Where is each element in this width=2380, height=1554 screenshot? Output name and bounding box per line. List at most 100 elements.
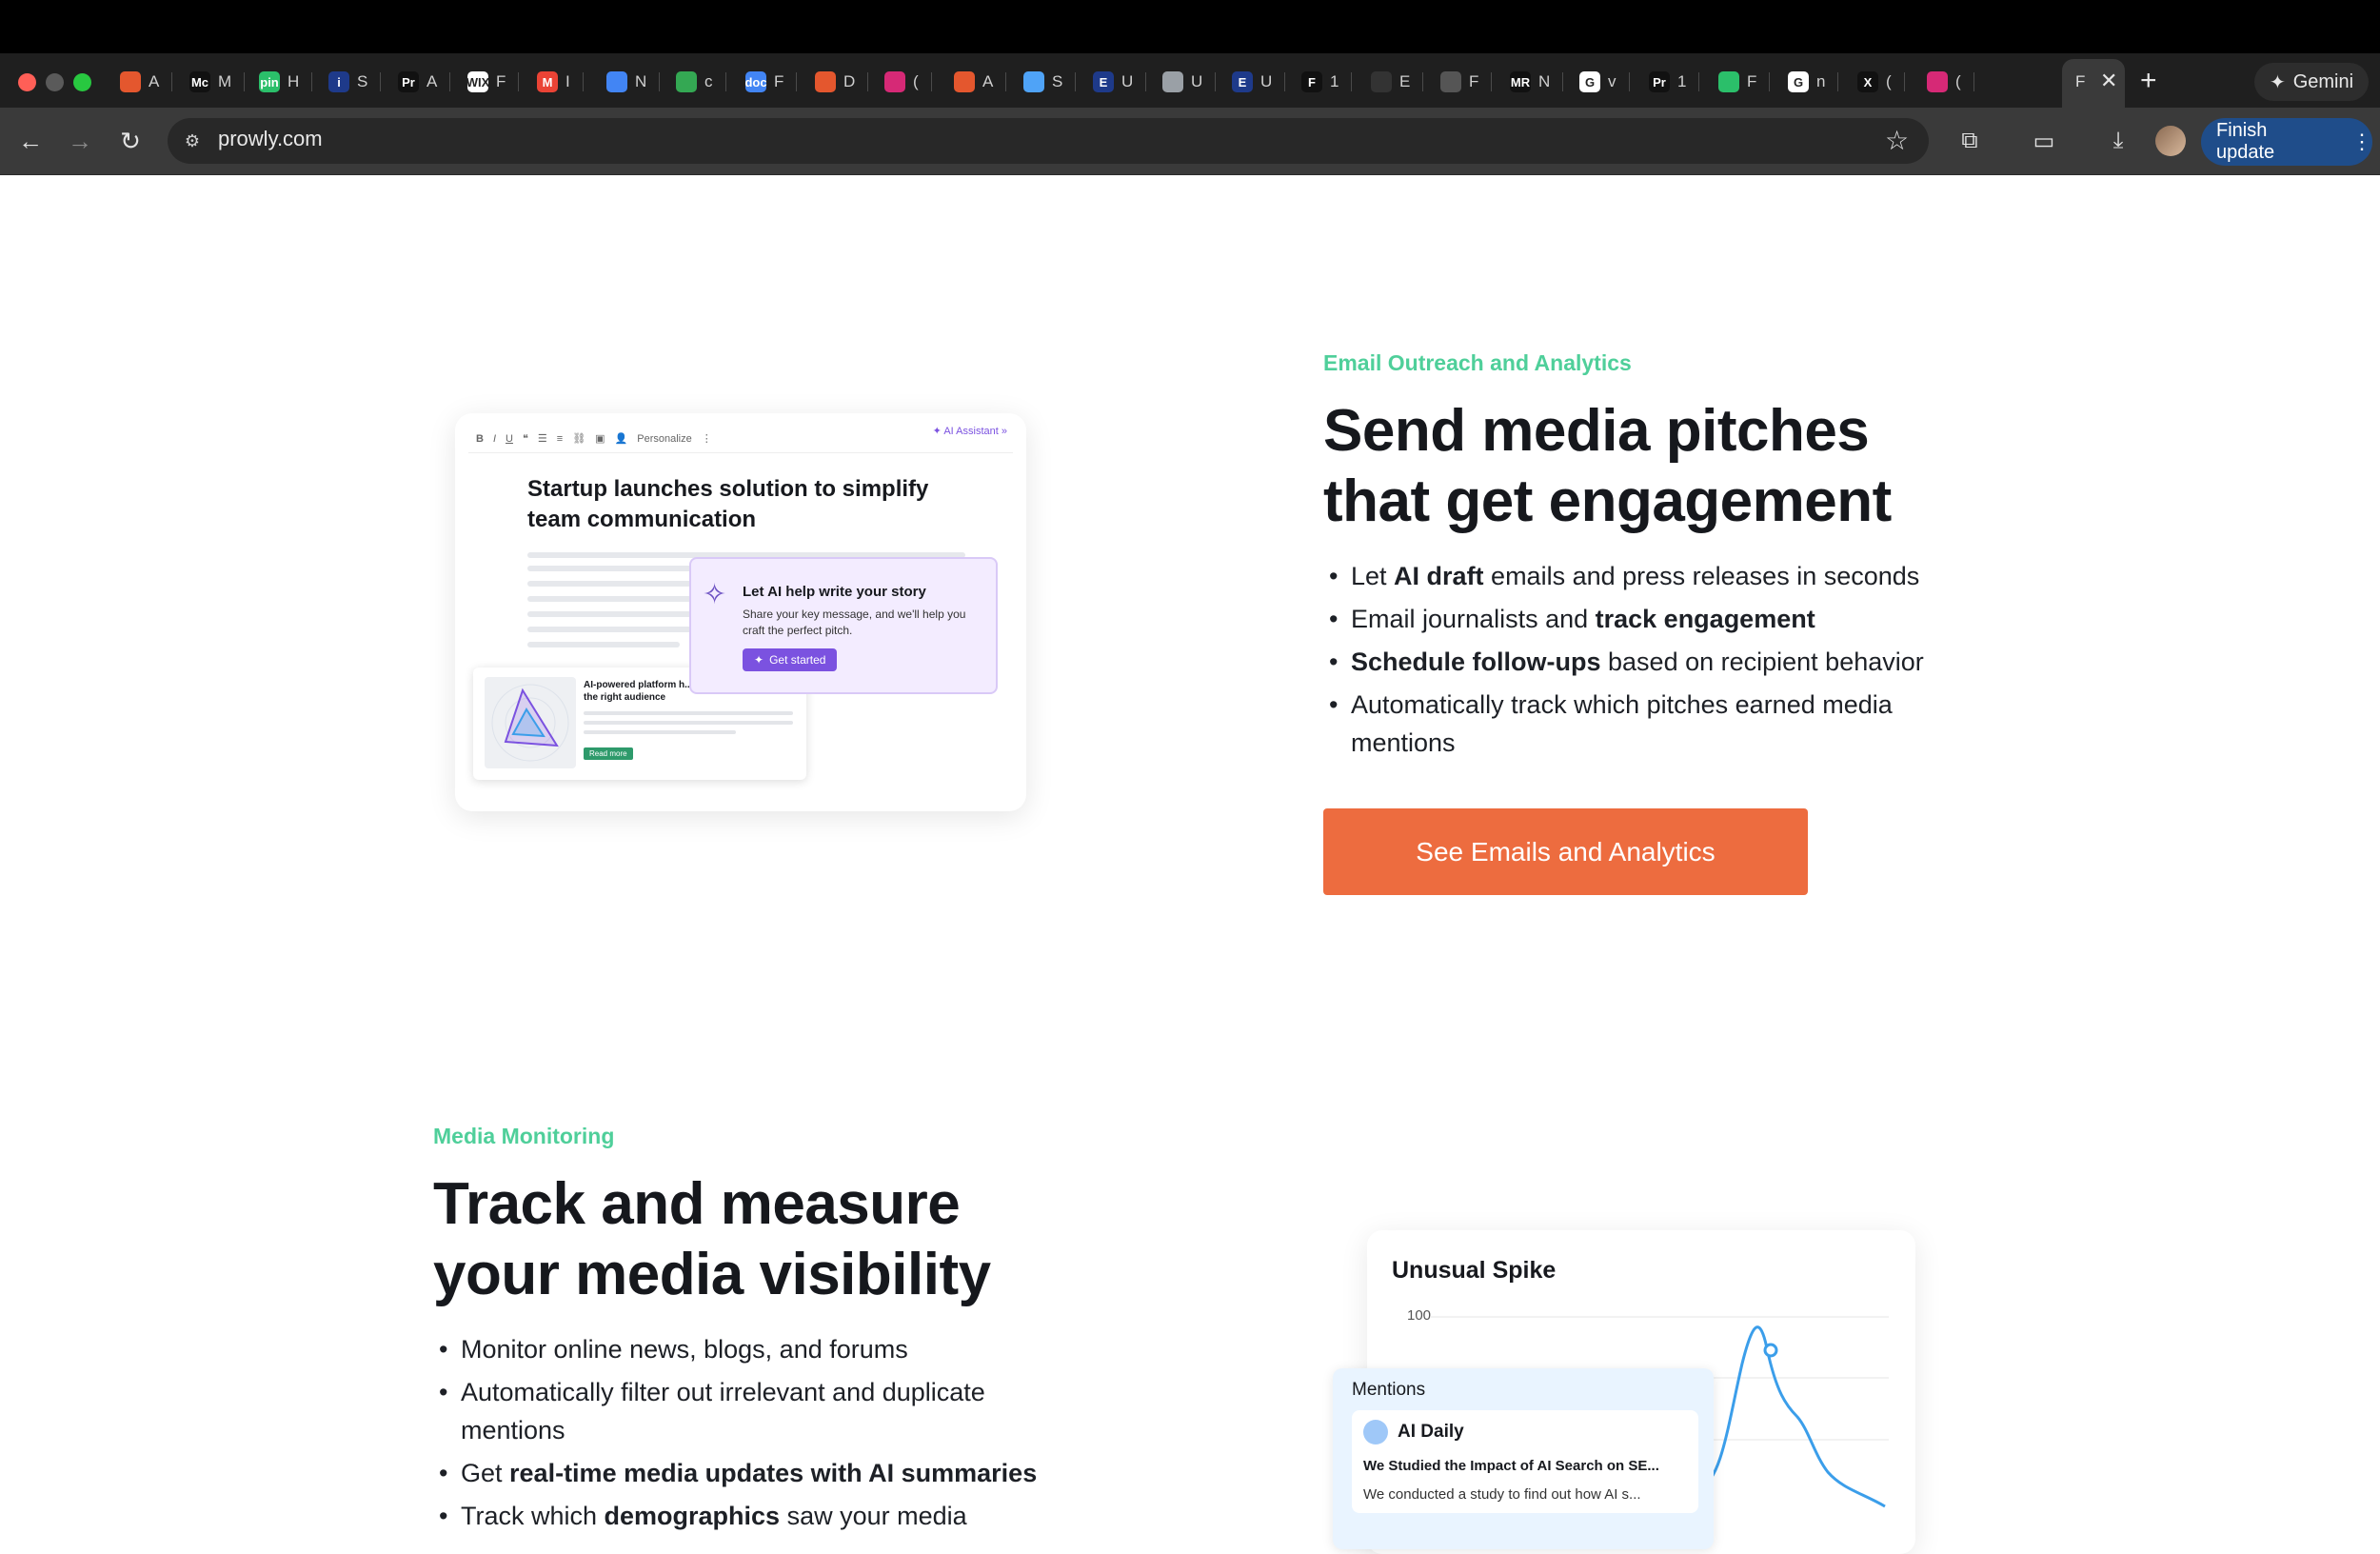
new-tab-button[interactable]: + xyxy=(2140,65,2157,97)
browser-tab[interactable]: iS xyxy=(328,67,382,97)
radar-chart-thumbnail xyxy=(485,677,576,768)
reload-button[interactable]: ↻ xyxy=(111,122,149,160)
close-window-button[interactable] xyxy=(18,73,36,91)
arrow-right-icon: → xyxy=(68,126,92,155)
tab-active-label: F xyxy=(2075,72,2086,90)
tab-separator xyxy=(930,72,932,91)
ai-help-popup: ✧ Let AI help write your story Share you… xyxy=(689,557,998,694)
tab-favicon-icon xyxy=(1162,71,1183,92)
tab-favicon-icon xyxy=(1023,71,1044,92)
preview-title: AI-powered platform h... the right audie… xyxy=(584,680,693,703)
preview-line xyxy=(584,711,793,715)
tab-favicon-icon xyxy=(606,71,627,92)
browser-tab[interactable]: ( xyxy=(1927,67,1974,97)
tab-active[interactable]: F ✕ xyxy=(2062,59,2125,108)
browser-tab[interactable]: WIX F xyxy=(466,67,520,97)
browser-tab[interactable]: Pr A xyxy=(398,67,451,97)
browser-tab[interactable]: MI xyxy=(537,67,584,97)
browser-tab[interactable]: EU xyxy=(1093,67,1147,97)
macos-menu-area xyxy=(0,0,2380,53)
section-headline-monitoring: Track and measure your media visibility xyxy=(433,1169,991,1310)
browser-tab[interactable]: Mc M xyxy=(189,67,246,97)
close-tab-icon[interactable]: ✕ xyxy=(2100,69,2117,93)
tab-title: 1 xyxy=(1330,72,1339,90)
get-started-button: ✦ Get started xyxy=(743,648,838,671)
browser-tab[interactable]: A xyxy=(120,67,173,97)
tab-favicon-icon xyxy=(120,71,141,92)
tab-title: F xyxy=(1747,72,1757,90)
headline-line: Send media pitches xyxy=(1323,398,1870,464)
browser-tab[interactable]: U xyxy=(1162,67,1217,97)
browser-tab[interactable]: D xyxy=(815,67,869,97)
tab-favicon-icon xyxy=(815,71,836,92)
feature-bullet: Automatically track which pitches earned… xyxy=(1323,686,1952,762)
browser-tab[interactable]: X( xyxy=(1857,67,1905,97)
read-more-button: Read more xyxy=(584,747,633,760)
back-button[interactable]: ← xyxy=(11,122,50,160)
browser-tab[interactable]: Pr 1 xyxy=(1649,67,1700,97)
section-headline-email: Send media pitches that get engagement xyxy=(1323,396,1892,537)
see-emails-analytics-button[interactable]: See Emails and Analytics xyxy=(1323,808,1808,895)
browser-tab[interactable]: Gn xyxy=(1788,67,1839,97)
feature-bullet: Monitor online news, blogs, and forums xyxy=(433,1330,1061,1368)
browser-tab[interactable]: pin H xyxy=(259,67,313,97)
tab-title: I xyxy=(565,72,570,90)
tab-favicon-icon: Pr xyxy=(1649,71,1670,92)
browser-tab[interactable]: MR N xyxy=(1510,67,1564,97)
site-settings-icon[interactable]: ⚙ xyxy=(181,130,204,152)
browser-tab[interactable]: F xyxy=(1440,67,1493,97)
browser-tab[interactable]: Gv xyxy=(1579,67,1630,97)
browser-tab[interactable]: A xyxy=(954,67,1007,97)
more-icon: ⋮ xyxy=(701,433,712,445)
tab-search-icon[interactable]: ▭ xyxy=(2028,125,2060,157)
tab-title: A xyxy=(426,72,438,90)
editor-toolbar: B I U ❝ ☰ ≡ ⛓ ▣ 👤 Personalize ⋮ xyxy=(468,425,1013,453)
tab-separator xyxy=(1628,72,1630,91)
tab-favicon-icon: Mc xyxy=(189,71,210,92)
profile-avatar[interactable] xyxy=(2155,126,2186,156)
forward-button[interactable]: → xyxy=(61,122,99,160)
tab-favicon-icon: G xyxy=(1788,71,1809,92)
mentions-heading: Mentions xyxy=(1352,1380,1426,1400)
zoom-window-button[interactable] xyxy=(73,73,91,91)
text-line xyxy=(527,566,699,571)
tab-separator xyxy=(449,72,451,91)
browser-tab[interactable]: F1 xyxy=(1301,67,1353,97)
url-text[interactable]: prowly.com xyxy=(218,127,323,151)
download-icon[interactable]: ⤓ xyxy=(2102,125,2134,157)
kebab-menu-icon: ⋮ xyxy=(2351,130,2372,153)
image-icon: ▣ xyxy=(595,433,605,445)
tab-favicon-icon: WIX xyxy=(466,71,489,92)
browser-tab[interactable]: c xyxy=(676,67,726,97)
extensions-icon[interactable]: ⧉ xyxy=(1954,125,1986,157)
person-icon: 👤 xyxy=(614,433,628,445)
quote-icon: ❝ xyxy=(522,433,528,445)
tab-separator xyxy=(1351,72,1353,91)
feature-list-monitoring: Monitor online news, blogs, and forums Au… xyxy=(433,1330,1061,1540)
feature-bullet: Let AI draft emails and press releases i… xyxy=(1323,557,1952,595)
tab-title: n xyxy=(1816,72,1826,90)
browser-tab[interactable]: N xyxy=(606,67,661,97)
browser-tab[interactable]: E xyxy=(1371,67,1424,97)
minimize-window-button[interactable] xyxy=(46,73,64,91)
tab-favicon-icon xyxy=(884,71,905,92)
tab-separator xyxy=(1284,72,1286,91)
gemini-button[interactable]: ✦ Gemini xyxy=(2254,63,2369,101)
tab-separator xyxy=(724,72,726,91)
feature-bullet: Email journalists and track engagement xyxy=(1323,600,1952,638)
tab-favicon-icon xyxy=(1371,71,1392,92)
address-bar[interactable] xyxy=(168,118,1929,164)
browser-tab[interactable]: S xyxy=(1023,67,1077,97)
bookmark-star-icon[interactable]: ☆ xyxy=(1885,125,1909,156)
tab-favicon-icon xyxy=(954,71,975,92)
browser-tab[interactable]: EU xyxy=(1232,67,1286,97)
browser-tab[interactable]: doc F xyxy=(744,67,798,97)
tab-favicon-icon xyxy=(676,71,697,92)
arrow-left-icon: ← xyxy=(18,126,43,155)
feature-bullet: Automatically filter out irrelevant and … xyxy=(433,1373,1061,1449)
source-avatar xyxy=(1363,1420,1388,1444)
browser-tab[interactable]: ( xyxy=(884,67,932,97)
browser-tab[interactable]: F xyxy=(1718,67,1771,97)
finish-update-button[interactable]: Finish update ⋮ xyxy=(2201,118,2372,166)
sparkle-small-icon: ✦ xyxy=(754,653,764,667)
